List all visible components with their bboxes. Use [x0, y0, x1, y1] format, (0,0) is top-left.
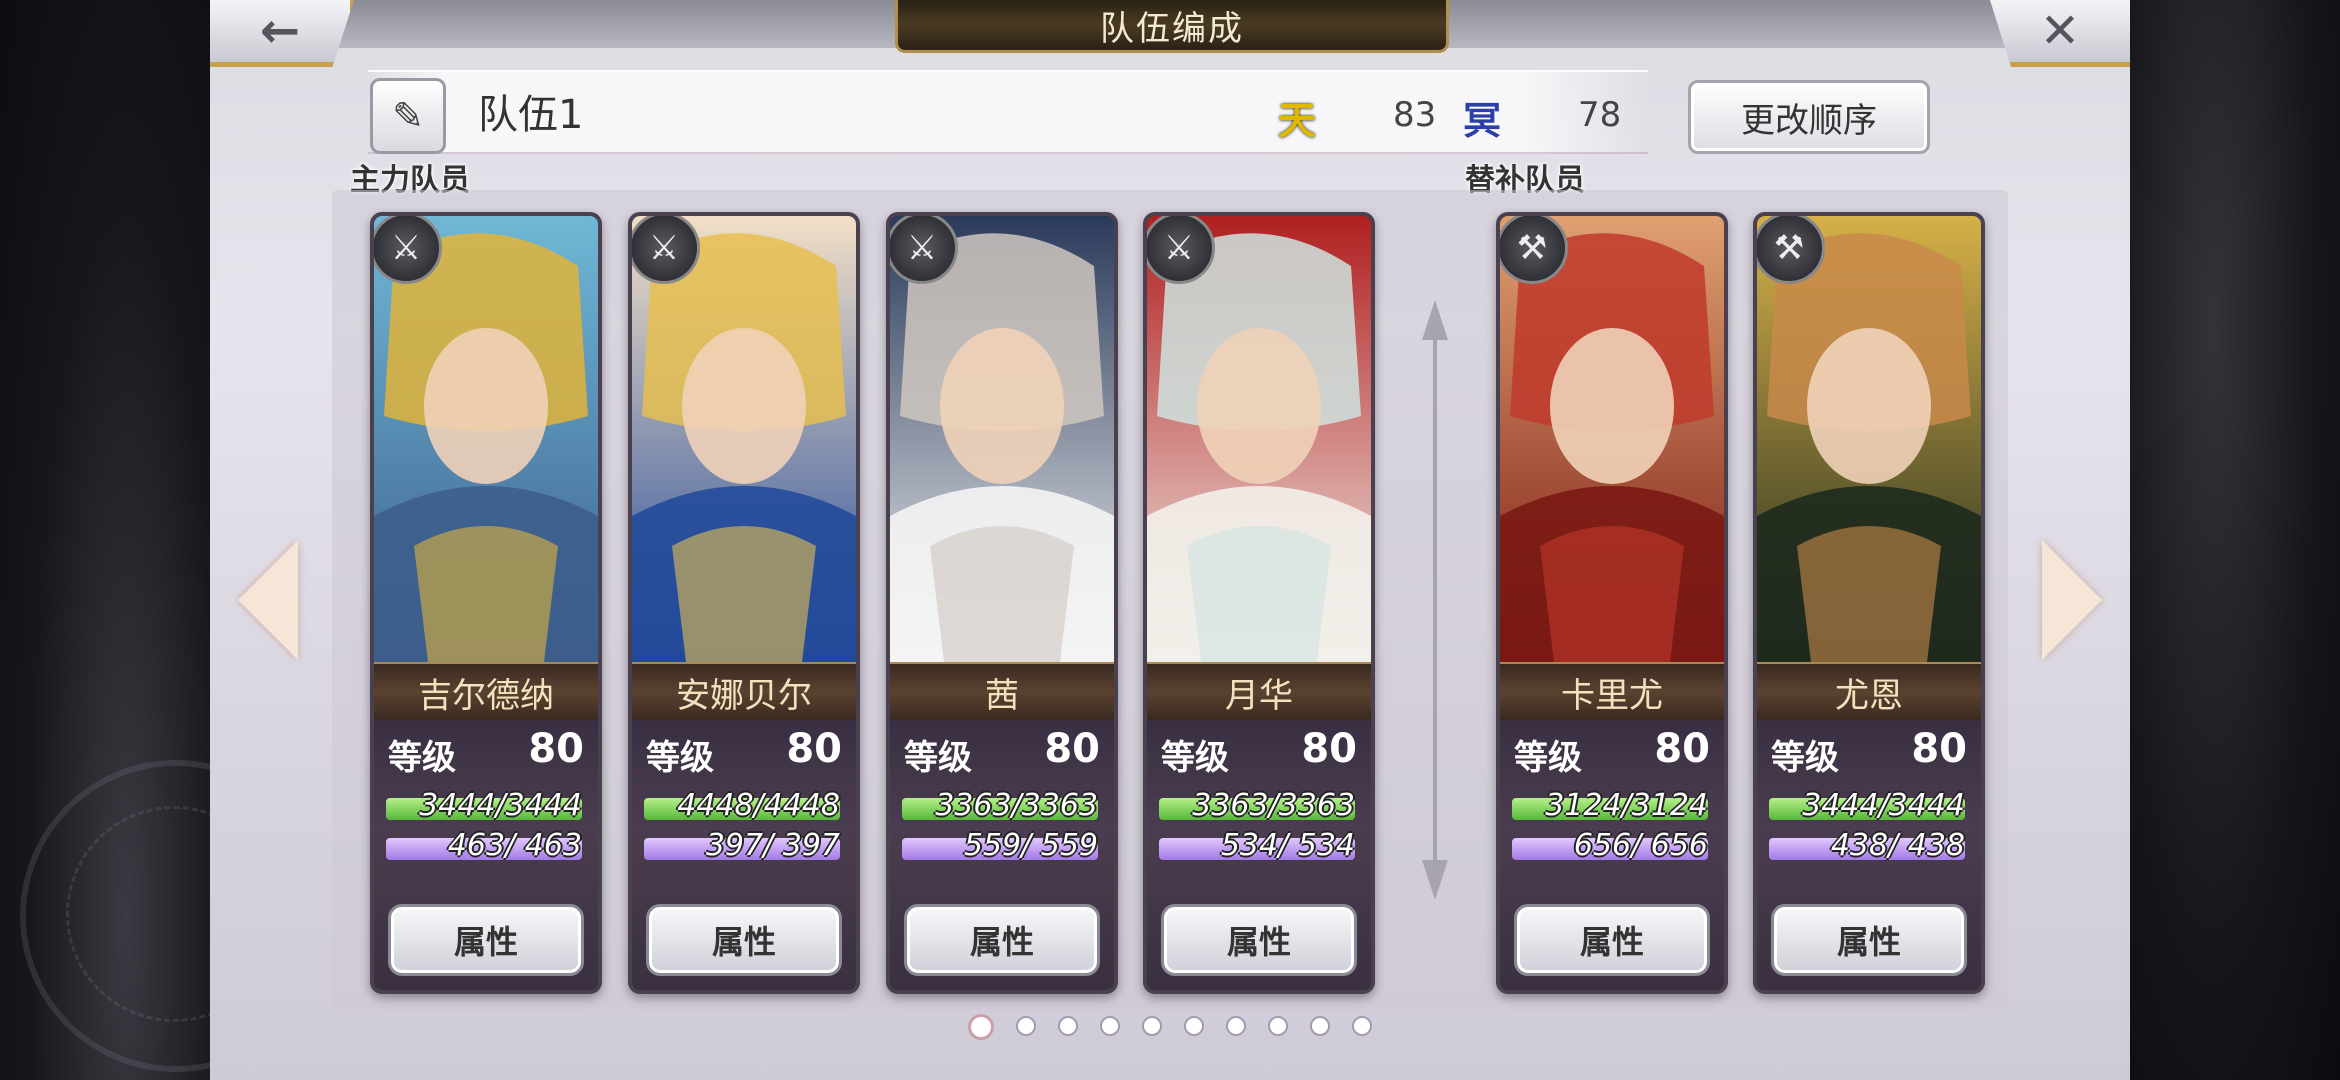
sword-icon: ⚔ [632, 216, 700, 284]
attributes-button[interactable]: 属性 [1161, 904, 1357, 976]
attributes-button[interactable]: 属性 [1771, 904, 1967, 976]
team-name: 队伍1 [478, 92, 584, 138]
character-stats: 等级 80 3444/3444 438/ 438 属性 [1757, 720, 1981, 990]
character-name: 卡里尤 [1500, 662, 1724, 722]
page-dot[interactable] [1142, 1016, 1162, 1036]
attributes-button[interactable]: 属性 [904, 904, 1100, 976]
prev-team-arrow[interactable] [238, 540, 298, 660]
character-name: 尤恩 [1757, 662, 1981, 722]
hp-value: 4448/4448 [677, 788, 840, 823]
sword-icon: ⚔ [374, 216, 442, 284]
member-card[interactable]: ⚔ 安娜贝尔 等级 80 4448/4448 397/ 397 属性 [628, 212, 860, 994]
next-team-arrow[interactable] [2042, 540, 2102, 660]
edit-team-name-button[interactable]: ✎ [370, 78, 446, 154]
team-pagination [968, 1014, 1372, 1040]
hp-value: 3444/3444 [1802, 788, 1965, 823]
close-icon: ✕ [2039, 3, 2081, 59]
hp-value: 3124/3124 [1545, 788, 1708, 823]
main-reserve-divider [1422, 300, 1448, 900]
character-name: 安娜贝尔 [632, 662, 856, 722]
character-stats: 等级 80 3124/3124 656/ 656 属性 [1500, 720, 1724, 990]
level-label: 等级 [1161, 738, 1229, 778]
katana-icon: ⚔ [1147, 216, 1215, 284]
claw-icon: ⚒ [1500, 216, 1568, 284]
mp-value: 397/ 397 [705, 828, 840, 863]
level-value: 80 [528, 726, 584, 772]
level-value: 80 [1911, 726, 1967, 772]
level-label: 等级 [1514, 738, 1582, 778]
character-stats: 等级 80 4448/4448 397/ 397 属性 [632, 720, 856, 990]
katana-icon: ⚔ [890, 216, 958, 284]
mp-value: 534/ 534 [1220, 828, 1355, 863]
character-name: 月华 [1147, 662, 1371, 722]
attributes-button[interactable]: 属性 [646, 904, 842, 976]
hammer-icon: ⚒ [1757, 216, 1825, 284]
mp-value: 463/ 463 [447, 828, 582, 863]
change-order-button[interactable]: 更改顺序 [1688, 80, 1930, 154]
level-value: 80 [1654, 726, 1710, 772]
back-button[interactable]: ← [210, 0, 354, 67]
attributes-button[interactable]: 属性 [388, 904, 584, 976]
character-stats: 等级 80 3363/3363 534/ 534 属性 [1147, 720, 1371, 990]
attributes-button[interactable]: 属性 [1514, 904, 1710, 976]
level-label: 等级 [646, 738, 714, 778]
right-backdrop [2130, 0, 2340, 1080]
mp-value: 656/ 656 [1573, 828, 1708, 863]
underworld-icon: 冥 [1463, 99, 1502, 143]
page-dot[interactable] [968, 1014, 994, 1040]
page-dot[interactable] [1016, 1016, 1036, 1036]
close-button[interactable]: ✕ [1990, 0, 2130, 67]
character-name: 吉尔德纳 [374, 662, 598, 722]
hp-value: 3444/3444 [419, 788, 582, 823]
mp-value: 559/ 559 [963, 828, 1098, 863]
character-stats: 等级 80 3444/3444 463/ 463 属性 [374, 720, 598, 990]
member-card[interactable]: ⚒ 尤恩 等级 80 3444/3444 438/ 438 属性 [1753, 212, 1985, 994]
level-label: 等级 [904, 738, 972, 778]
page-dot[interactable] [1268, 1016, 1288, 1036]
arrow-left-icon: ← [259, 3, 301, 59]
character-name: 茜 [890, 662, 1114, 722]
heaven-icon: 天 [1278, 99, 1317, 143]
level-value: 80 [1044, 726, 1100, 772]
character-stats: 等级 80 3363/3363 559/ 559 属性 [890, 720, 1114, 990]
level-label: 等级 [388, 738, 456, 778]
left-backdrop [0, 0, 332, 1080]
page-dot[interactable] [1226, 1016, 1246, 1036]
member-card[interactable]: ⚔ 茜 等级 80 3363/3363 559/ 559 属性 [886, 212, 1118, 994]
heaven-value: 83 [1393, 95, 1437, 135]
page-dot[interactable] [1184, 1016, 1204, 1036]
hp-value: 3363/3363 [1192, 788, 1355, 823]
underworld-value: 78 [1578, 95, 1622, 135]
page-dot[interactable] [1058, 1016, 1078, 1036]
member-card[interactable]: ⚒ 卡里尤 等级 80 3124/3124 656/ 656 属性 [1496, 212, 1728, 994]
page-dot[interactable] [1310, 1016, 1330, 1036]
page-dot[interactable] [1100, 1016, 1120, 1036]
page-dot[interactable] [1352, 1016, 1372, 1036]
hp-value: 3363/3363 [935, 788, 1098, 823]
level-label: 等级 [1771, 738, 1839, 778]
mp-value: 438/ 438 [1830, 828, 1965, 863]
page-title: 队伍编成 [895, 0, 1449, 53]
level-value: 80 [1301, 726, 1357, 772]
member-card[interactable]: ⚔ 吉尔德纳 等级 80 3444/3444 463/ 463 属性 [370, 212, 602, 994]
member-card[interactable]: ⚔ 月华 等级 80 3363/3363 534/ 534 属性 [1143, 212, 1375, 994]
level-value: 80 [786, 726, 842, 772]
pencil-icon: ✎ [392, 94, 424, 138]
